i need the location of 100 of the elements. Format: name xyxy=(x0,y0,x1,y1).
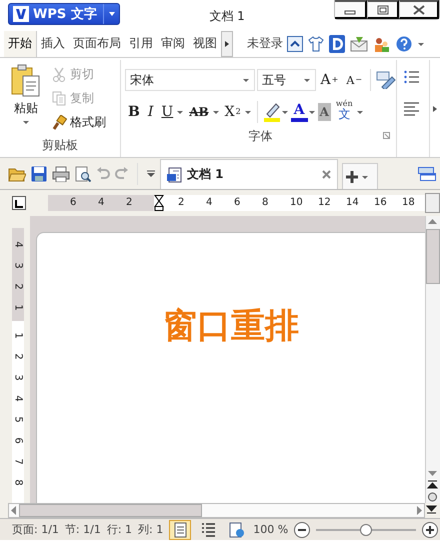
eraser-icon[interactable] xyxy=(376,71,396,89)
menu-tab[interactable]: 开始 xyxy=(4,30,37,56)
ruler-number: 16 xyxy=(374,196,388,210)
letter-d-icon[interactable] xyxy=(329,34,345,52)
people-icon[interactable] xyxy=(373,36,391,52)
ruler-number: 2 xyxy=(126,196,134,210)
help-icon[interactable] xyxy=(396,36,412,52)
italic-button[interactable]: I xyxy=(144,100,156,124)
status-text: 行: 1 xyxy=(106,522,132,537)
more-tabs-button[interactable] xyxy=(221,30,233,56)
login-status[interactable]: 未登录 xyxy=(247,35,283,52)
caret-icon[interactable] xyxy=(417,40,425,46)
font-size-dropdown[interactable]: 五号 xyxy=(257,69,316,91)
scroll-thumb[interactable] xyxy=(19,504,202,517)
save-icon[interactable] xyxy=(31,166,47,182)
view-button[interactable] xyxy=(169,520,192,540)
bulleted-list-icon[interactable] xyxy=(404,70,420,84)
menu-tab[interactable]: 引用 xyxy=(125,30,157,56)
menu-tab[interactable]: 页面布局 xyxy=(69,30,125,56)
close-icon[interactable] xyxy=(322,170,331,179)
minimize-button[interactable] xyxy=(335,0,367,19)
tab-stop-button[interactable] xyxy=(12,196,26,210)
document-tab[interactable]: 文档 1 xyxy=(160,159,338,189)
caret-icon[interactable] xyxy=(280,109,289,115)
caret-icon[interactable] xyxy=(356,109,364,115)
previous-page-icon[interactable] xyxy=(426,479,439,491)
font-color-button[interactable]: A xyxy=(290,102,308,122)
window-title: 文档 1 xyxy=(208,8,246,25)
document-text: 窗口重排 xyxy=(163,305,299,348)
ruler-number: 10 xyxy=(290,196,304,210)
grow-font-button[interactable]: A$^{+}$ xyxy=(318,68,342,92)
ruler-number: 3 xyxy=(12,262,24,269)
bold-button[interactable]: B xyxy=(125,100,143,124)
underline-button[interactable]: U xyxy=(158,100,176,124)
clipboard-item[interactable]: 格式刷 xyxy=(52,112,106,133)
customize-icon[interactable] xyxy=(146,170,156,178)
caret-icon[interactable] xyxy=(361,174,369,180)
ruler-number: 3 xyxy=(12,374,24,381)
next-page-icon[interactable] xyxy=(425,503,438,515)
caret-icon[interactable] xyxy=(212,109,220,115)
slider-thumb[interactable] xyxy=(360,524,372,536)
ruler-toggle-button[interactable] xyxy=(425,193,440,213)
group-label: 字体 xyxy=(248,129,272,143)
ruler-number: 14 xyxy=(346,196,360,210)
ruler-number: 12 xyxy=(318,196,332,210)
paste-button[interactable]: 粘贴 xyxy=(0,60,52,137)
close-button[interactable] xyxy=(399,0,439,19)
menu-tab[interactable]: 视图 xyxy=(189,30,221,56)
zoom-level[interactable]: 100 % xyxy=(253,523,288,536)
browse-object-icon[interactable] xyxy=(426,491,439,503)
caret-icon xyxy=(108,11,116,17)
strikethrough-button[interactable]: AB xyxy=(186,100,212,124)
ruler-number: 4 xyxy=(12,241,24,248)
close-icon xyxy=(412,4,424,14)
caret-icon[interactable] xyxy=(244,109,252,115)
scroll-thumb[interactable] xyxy=(426,229,440,284)
maximize-button[interactable] xyxy=(367,0,399,19)
superscript-button[interactable]: X$^{2}$ xyxy=(222,100,244,124)
indent-marker-icon[interactable] xyxy=(154,195,164,211)
plus-icon[interactable] xyxy=(343,168,361,184)
phonetic-guide-button[interactable]: wén 文 xyxy=(332,100,356,124)
app-menu-button[interactable]: WPS 文字 xyxy=(8,3,120,25)
windows-icon[interactable] xyxy=(418,167,436,181)
caret-icon xyxy=(242,77,250,83)
font-name-dropdown[interactable]: 宋体 xyxy=(125,69,256,91)
ruler-number: 1 xyxy=(12,332,24,339)
copy-icon xyxy=(52,91,67,106)
ruler-number: 6 xyxy=(12,437,24,444)
web-view-icon xyxy=(228,522,244,538)
dialog-launcher-icon[interactable] xyxy=(383,132,390,139)
zoom-in-button[interactable] xyxy=(422,522,438,538)
highlighter-icon[interactable] xyxy=(262,102,281,122)
clipboard-icon xyxy=(11,64,41,98)
menu-tab[interactable]: 插入 xyxy=(37,30,69,56)
align-left-icon[interactable] xyxy=(404,102,420,116)
caret-right-icon xyxy=(225,40,229,46)
caret-icon[interactable] xyxy=(308,109,316,115)
status-text: 节: 1/1 xyxy=(64,522,101,537)
caret-icon[interactable] xyxy=(176,109,184,115)
ruler-number: 6 xyxy=(70,196,78,210)
ruler-number: 4 xyxy=(206,196,214,210)
shrink-font-button[interactable]: A$^{−}$ xyxy=(343,68,366,92)
envelope-icon[interactable] xyxy=(350,36,368,52)
arrow-left-icon[interactable] xyxy=(9,504,19,517)
menu-tab[interactable]: 审阅 xyxy=(157,30,189,56)
horizontal-scrollbar[interactable] xyxy=(8,503,425,518)
collapse-icon[interactable] xyxy=(287,36,303,52)
zoom-out-button[interactable] xyxy=(294,522,310,538)
caret-right-icon[interactable] xyxy=(433,106,437,112)
print-preview-icon[interactable] xyxy=(75,166,91,182)
vertical-scrollbar[interactable] xyxy=(425,216,440,503)
caret-icon xyxy=(302,77,311,83)
ruler-number: 4 xyxy=(12,395,24,402)
print-icon[interactable] xyxy=(52,166,70,182)
group-label: 剪贴板 xyxy=(41,137,79,154)
folder-icon[interactable] xyxy=(8,166,26,182)
brush-icon xyxy=(52,115,67,130)
shirt-icon[interactable] xyxy=(308,36,324,52)
scissors-icon xyxy=(52,67,67,82)
shading-button[interactable]: A xyxy=(318,103,331,121)
